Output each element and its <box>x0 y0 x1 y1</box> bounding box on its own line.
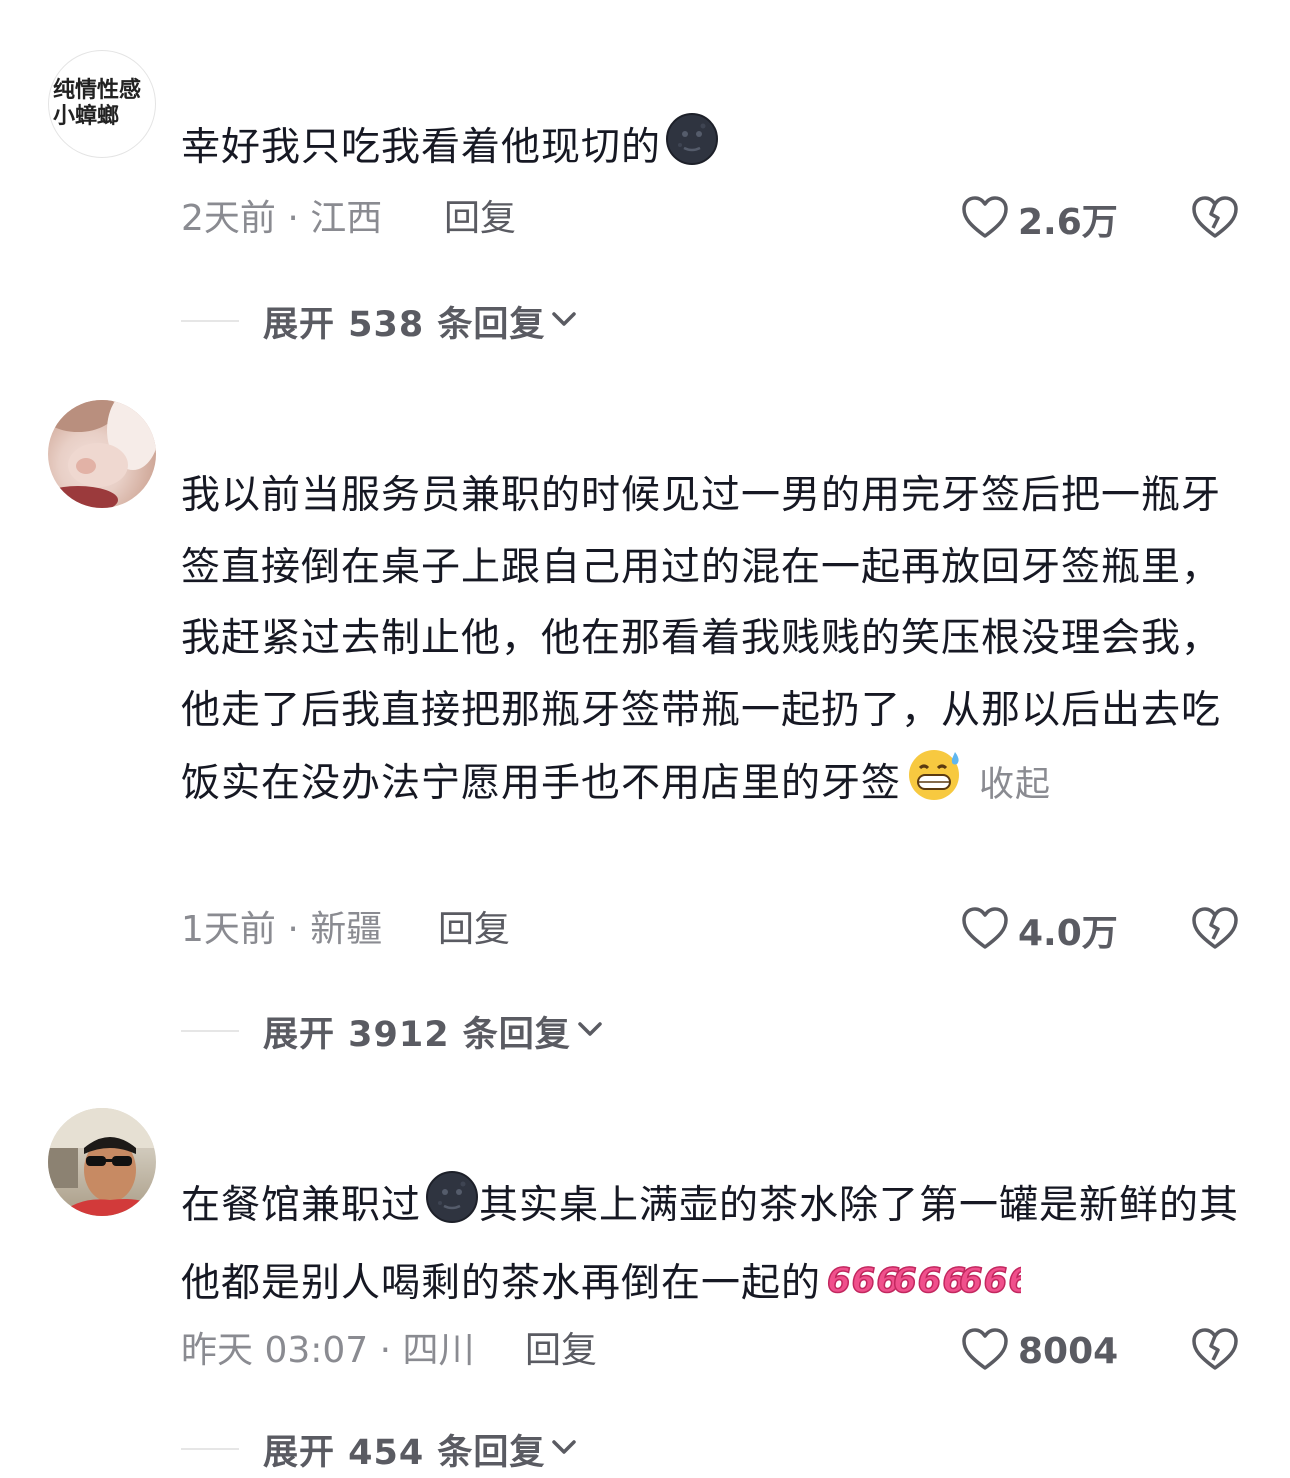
avatar[interactable] <box>48 400 156 508</box>
like-button[interactable]: 2.6万 <box>960 194 1118 244</box>
dislike-button[interactable] <box>1190 1326 1240 1376</box>
sticker-666-2: 666 <box>893 1261 967 1301</box>
comment-body-part1: 在餐馆兼职过 <box>181 1183 422 1228</box>
expand-replies-label: 展开 538 条回复 <box>263 304 546 345</box>
avatar[interactable] <box>48 1108 156 1216</box>
avatar-text-line1: 纯情性感 <box>53 78 142 103</box>
broken-heart-icon <box>1190 905 1240 955</box>
reply-button[interactable]: 回复 <box>438 905 510 955</box>
666-sticker-icon: 666666666 <box>825 1254 1032 1326</box>
reply-button[interactable]: 回复 <box>525 1326 597 1376</box>
divider <box>181 1030 239 1032</box>
sticker-666-3: 666 <box>959 1261 1021 1301</box>
dislike-button[interactable] <box>1190 905 1240 955</box>
comment-body: 我以前当服务员兼职的时候见过一男的用完牙签后把一瓶牙签直接倒在桌子上跟自己用过的… <box>181 473 1222 806</box>
expand-replies[interactable]: 展开 3912 条回复 <box>181 1006 605 1056</box>
man-avatar-image <box>48 1108 156 1216</box>
expand-replies[interactable]: 展开 454 条回复 <box>181 1424 579 1474</box>
divider <box>181 1448 239 1450</box>
broken-heart-icon <box>1190 1326 1240 1376</box>
grinning-sweat-face-icon <box>905 746 965 826</box>
comment-text: 我以前当服务员兼职的时候见过一男的用完牙签后把一瓶牙签直接倒在桌子上跟自己用过的… <box>181 460 1246 890</box>
collapse-link[interactable]: 收起 <box>979 765 1051 805</box>
comment-text: 幸好我只吃我看着他现切的 <box>181 112 1246 190</box>
time-location: 昨天 03:07 · 四川 <box>181 1330 475 1371</box>
heart-icon <box>960 194 1010 244</box>
heart-icon <box>960 905 1010 955</box>
dislike-button[interactable] <box>1190 194 1240 244</box>
time-location: 1天前 · 新疆 <box>181 909 383 950</box>
like-count: 4.0万 <box>1018 913 1118 954</box>
new-moon-face-icon <box>665 112 719 190</box>
bunny-avatar-image <box>48 400 156 508</box>
chevron-down-icon <box>575 1014 605 1048</box>
comment-text: 在餐馆兼职过 其实桌上满壶的茶水除了第一罐是新鲜的其他都是别人喝剩的茶水再倒在一起… <box>181 1170 1246 1325</box>
expand-replies[interactable]: 展开 538 条回复 <box>181 296 579 346</box>
like-count: 8004 <box>1018 1330 1119 1372</box>
divider <box>181 320 239 322</box>
expand-replies-label: 展开 3912 条回复 <box>263 1014 571 1055</box>
comment-body: 幸好我只吃我看着他现切的 <box>181 125 662 170</box>
avatar[interactable]: 纯情性感 小蟑螂 <box>48 50 156 158</box>
broken-heart-icon <box>1190 194 1240 244</box>
heart-icon <box>960 1326 1010 1376</box>
chevron-down-icon <box>549 1432 579 1466</box>
expand-replies-label: 展开 454 条回复 <box>263 1432 546 1473</box>
sticker-666-1: 666 <box>827 1261 901 1301</box>
like-button[interactable]: 4.0万 <box>960 905 1118 955</box>
like-count: 2.6万 <box>1018 202 1118 243</box>
avatar-text-line2: 小蟑螂 <box>53 104 120 129</box>
like-button[interactable]: 8004 <box>960 1326 1118 1376</box>
time-location: 2天前 · 江西 <box>181 198 383 239</box>
new-moon-face-icon <box>425 1170 479 1248</box>
reply-button[interactable]: 回复 <box>444 194 516 244</box>
chevron-down-icon <box>549 304 579 338</box>
